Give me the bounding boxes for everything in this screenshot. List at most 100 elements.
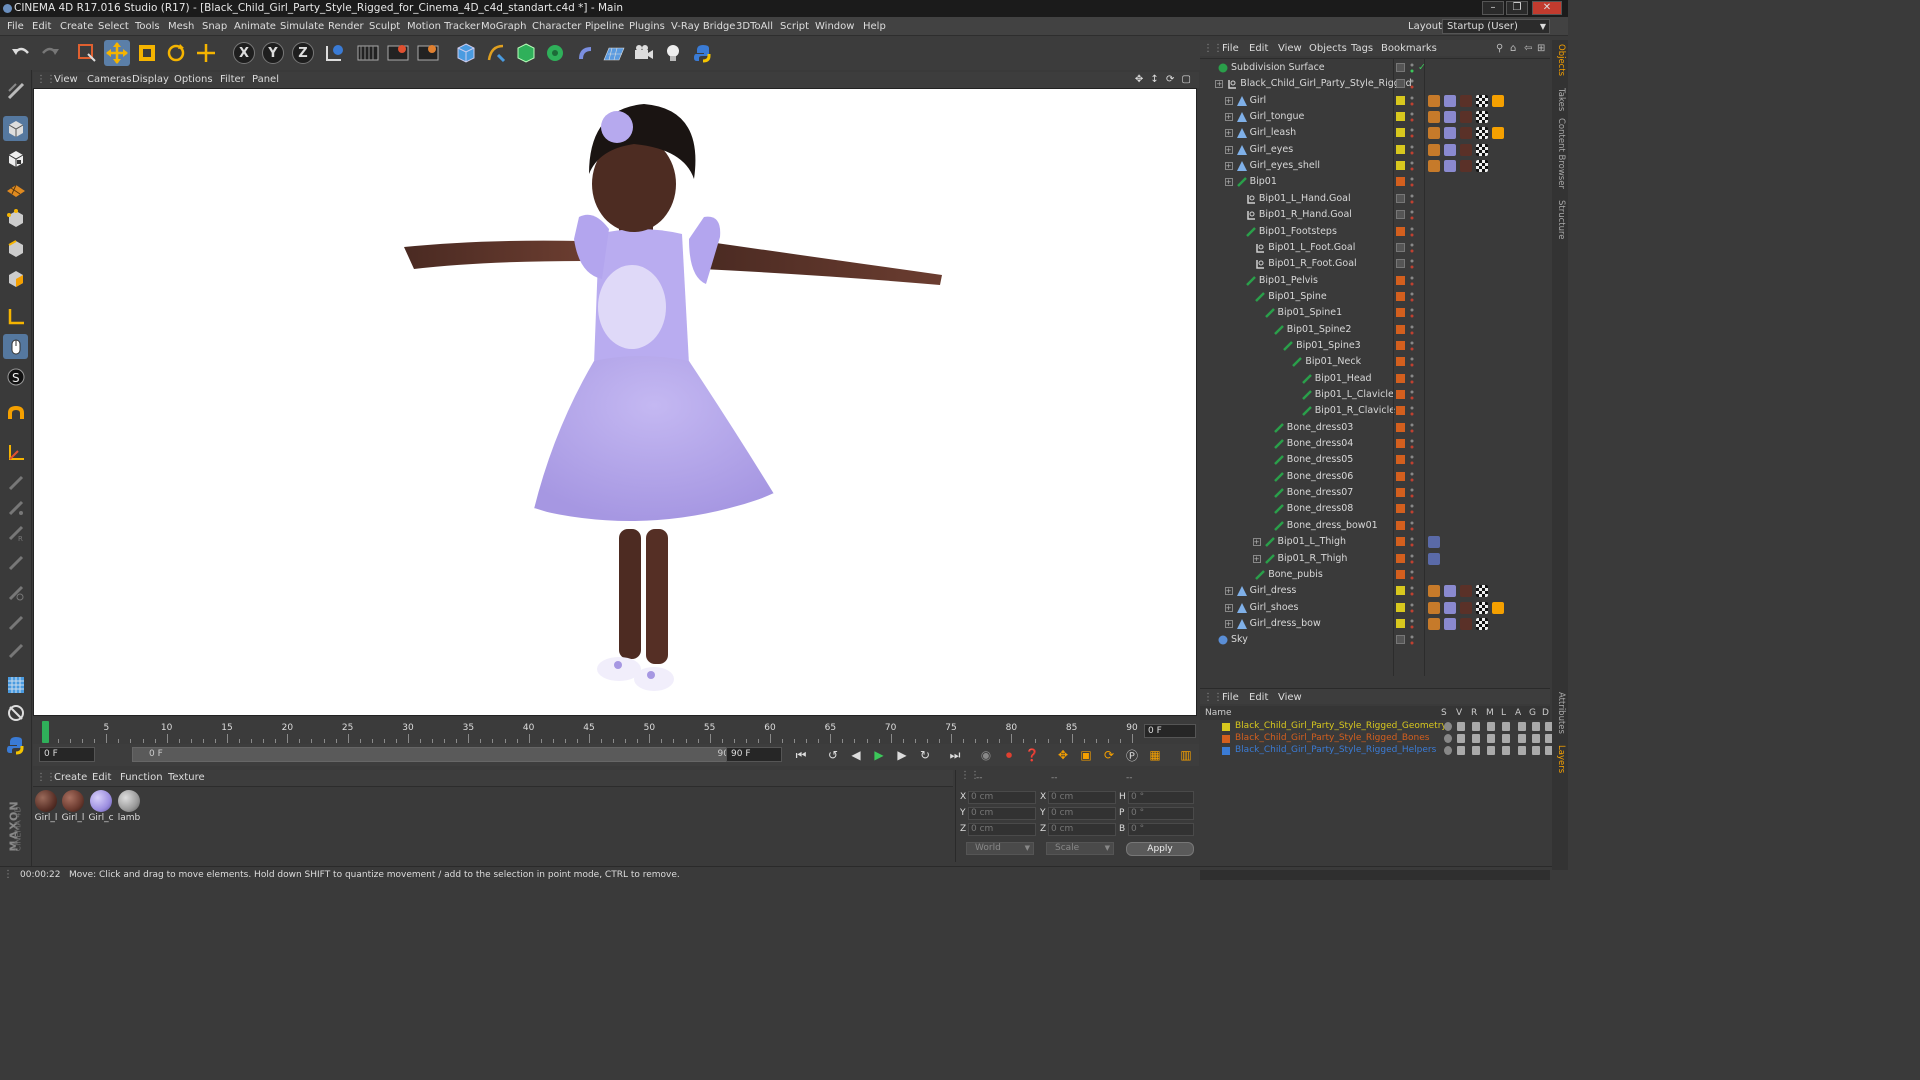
layer-color-swatch[interactable] (1396, 324, 1405, 334)
material-menu-texture[interactable]: Texture (168, 772, 205, 783)
object-tag-icon[interactable] (1444, 127, 1456, 140)
object-row[interactable]: + Bip01_R_Thigh (1200, 551, 1550, 567)
object-tag-icon[interactable] (1476, 111, 1488, 124)
object-tag-icon[interactable] (1428, 160, 1440, 173)
object-row[interactable]: Subdivision Surface ✓ (1200, 60, 1550, 76)
tab-objects[interactable]: Objects (1556, 44, 1566, 76)
position-x-field[interactable]: 0 cm (968, 791, 1036, 804)
visibility-dots-icon[interactable] (1410, 112, 1414, 122)
col-view[interactable]: V (1456, 708, 1462, 718)
layer-flag-icon[interactable] (1444, 734, 1452, 743)
light-icon[interactable] (660, 40, 686, 66)
apply-button[interactable]: Apply (1126, 842, 1194, 856)
object-tag-icon[interactable] (1460, 127, 1472, 140)
menu-vray-bridge[interactable]: V-Ray Bridge (671, 21, 735, 32)
layer-flag-icon[interactable] (1472, 734, 1480, 743)
object-row[interactable]: Bip01_R_Hand.Goal (1200, 207, 1550, 223)
viewport-menu-panel[interactable]: Panel (252, 74, 279, 85)
material-item[interactable]: lamb (116, 790, 142, 823)
layer-color-swatch[interactable] (1222, 723, 1230, 731)
y-axis-toggle[interactable]: Y (262, 42, 284, 64)
layer-color-swatch[interactable] (1396, 455, 1405, 465)
object-tag-icon[interactable] (1428, 601, 1440, 614)
layer-color-swatch[interactable] (1396, 112, 1405, 122)
expand-toggle-icon[interactable]: + (1224, 603, 1233, 612)
visibility-dots-icon[interactable] (1410, 357, 1414, 367)
scale-tool-icon[interactable] (134, 40, 160, 66)
object-tag-icon[interactable] (1460, 617, 1472, 630)
col-manager[interactable]: M (1486, 708, 1494, 718)
visibility-dots-icon[interactable] (1410, 177, 1414, 187)
om-menu-bookmarks[interactable]: Bookmarks (1381, 43, 1437, 54)
snap-icon[interactable]: S (3, 364, 28, 389)
camera-icon[interactable] (631, 40, 657, 66)
layer-color-swatch[interactable] (1222, 747, 1230, 755)
layer-color-swatch[interactable] (1396, 422, 1405, 432)
polygons-mode-icon[interactable] (3, 266, 28, 291)
layer-flag-icon[interactable] (1444, 722, 1452, 731)
layer-flag-icon[interactable] (1457, 722, 1465, 731)
minimize-button[interactable]: – (1482, 1, 1504, 15)
object-row[interactable]: Bone_pubis (1200, 567, 1550, 583)
object-row[interactable]: + Girl_dress_bow (1200, 616, 1550, 632)
expand-toggle-icon[interactable]: + (1252, 554, 1261, 563)
key-parameter-icon[interactable]: Ⓟ (1122, 746, 1142, 764)
viewport-navigation-icons[interactable]: ✥ ↕ ⟳ ▢ (1135, 74, 1193, 85)
visibility-dots-icon[interactable] (1410, 455, 1414, 465)
object-tag-icon[interactable] (1428, 111, 1440, 124)
object-row[interactable]: + Girl (1200, 93, 1550, 109)
visibility-dots-icon[interactable] (1410, 619, 1414, 629)
layer-color-swatch[interactable] (1396, 553, 1405, 563)
visibility-dots-icon[interactable] (1410, 521, 1414, 531)
menu-character[interactable]: Character (532, 21, 581, 32)
object-row[interactable]: Bip01_Head (1200, 371, 1550, 387)
layer-flag-icon[interactable] (1472, 746, 1480, 755)
visibility-dots-icon[interactable] (1410, 292, 1414, 302)
object-tag-icon[interactable] (1492, 601, 1504, 614)
key-rotation-icon[interactable]: ⟳ (1099, 746, 1119, 764)
object-tag-icon[interactable] (1476, 160, 1488, 173)
x-axis-toggle[interactable]: X (233, 42, 255, 64)
undo-button[interactable] (8, 40, 34, 66)
size-x-field[interactable]: 0 cm (1048, 791, 1116, 804)
workplane-axis-icon[interactable] (3, 440, 28, 465)
object-tag-icon[interactable] (1476, 585, 1488, 598)
magnet-icon[interactable] (3, 402, 28, 427)
layer-color-swatch[interactable] (1396, 471, 1405, 481)
material-item[interactable]: Girl_l (60, 790, 86, 823)
object-tag-icon[interactable] (1492, 94, 1504, 107)
viewport-menu-view[interactable]: View (54, 74, 78, 85)
tab-layers[interactable]: Layers (1556, 745, 1566, 773)
visibility-dots-icon[interactable] (1410, 570, 1414, 580)
object-tag-icon[interactable] (1428, 617, 1440, 630)
visibility-dots-icon[interactable] (1410, 325, 1414, 335)
menu-snap[interactable]: Snap (202, 21, 227, 32)
object-row[interactable]: Bip01_Footsteps (1200, 224, 1550, 240)
visibility-dots-icon[interactable] (1410, 390, 1414, 400)
make-editable-icon[interactable] (3, 78, 28, 103)
go-to-start-icon[interactable]: ⏮ (791, 746, 811, 764)
axis-mode-icon[interactable] (3, 304, 28, 329)
layer-flag-icon[interactable] (1532, 746, 1540, 755)
object-row[interactable]: + Bip01 (1200, 174, 1550, 190)
object-tag-icon[interactable] (1444, 617, 1456, 630)
visibility-dots-icon[interactable] (1410, 504, 1414, 514)
col-animation[interactable]: A (1515, 708, 1521, 718)
visibility-dots-icon[interactable] (1410, 128, 1414, 138)
visibility-dots-icon[interactable] (1410, 341, 1414, 351)
visibility-dots-icon[interactable] (1410, 439, 1414, 449)
layer-color-swatch[interactable] (1396, 242, 1405, 252)
layer-flag-icon[interactable] (1532, 722, 1540, 731)
layer-row[interactable]: Black_Child_Girl_Party_Style_Rigged_Geom… (1200, 721, 1553, 733)
visibility-dots-icon[interactable] (1410, 79, 1414, 89)
object-row[interactable]: + Girl_tongue (1200, 109, 1550, 125)
tab-attributes[interactable]: Attributes (1556, 692, 1566, 734)
layer-flag-icon[interactable] (1487, 722, 1495, 731)
object-row[interactable]: Bone_dress04 (1200, 436, 1550, 452)
layer-color-swatch[interactable] (1396, 193, 1405, 203)
col-render[interactable]: R (1471, 708, 1477, 718)
rotation-h-field[interactable]: 0 ° (1128, 791, 1194, 804)
object-row[interactable]: Bone_dress03 (1200, 420, 1550, 436)
object-tag-icon[interactable] (1476, 94, 1488, 107)
object-row[interactable]: Bone_dress_bow01 (1200, 518, 1550, 534)
